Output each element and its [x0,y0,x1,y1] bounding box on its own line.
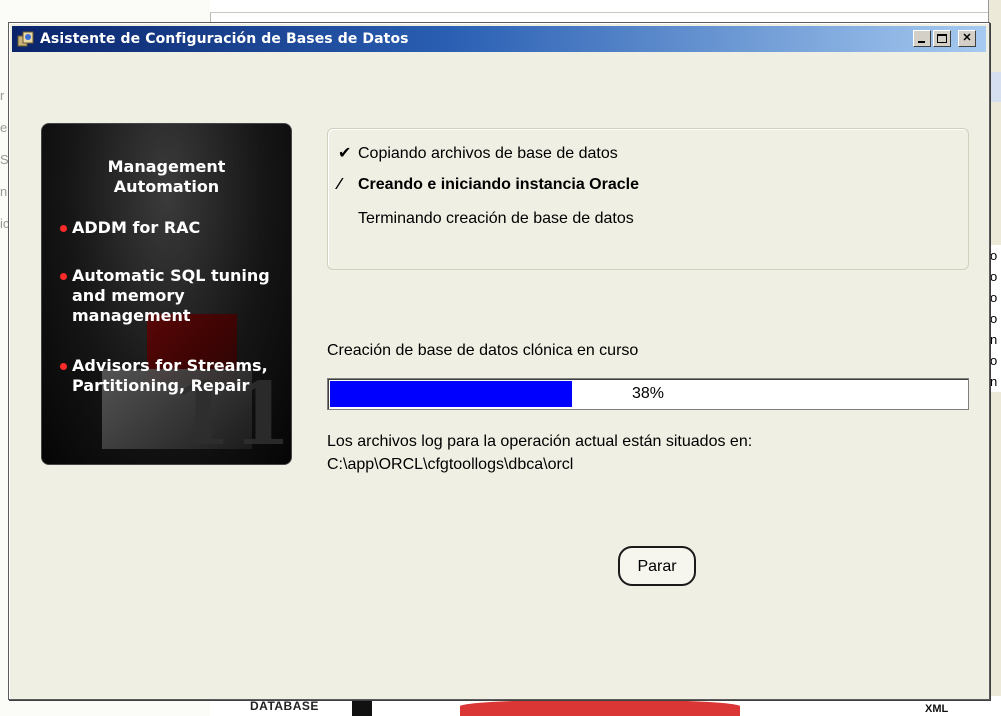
oracle-promo-panel: 11g Management Automation ADDM for RAC A… [41,123,292,465]
progress-bar: 38% [327,378,969,410]
progress-label: Creación de base de datos clónica en cur… [327,342,639,359]
promo-item-label: Automatic SQL tuning and memory manageme… [72,266,270,325]
background-right-list: o o o o n o n [990,245,1001,392]
background-right-band [990,72,1001,102]
step-label: Terminando creación de base de datos [358,210,634,227]
step-copy-files: ✔ Copiando archivos de base de datos [338,143,618,163]
background-xml-label: XML [925,703,949,715]
promo-item-label: Advisors for Streams, Partitioning, Repa… [72,356,268,395]
minimize-button[interactable] [913,30,931,47]
steps-panel: ✔ Copiando archivos de base de datos ⁄ Cre… [327,128,969,270]
step-label: Creando e iniciando instancia Oracle [358,176,639,193]
list-item: o [990,353,998,368]
window-title: Asistente de Configuración de Bases de D… [40,31,409,47]
close-button[interactable]: ✕ [958,30,976,47]
promo-item: Advisors for Streams, Partitioning, Repa… [60,356,282,396]
bullet-icon [60,273,67,280]
step-create-instance: ⁄ Creando e iniciando instancia Oracle [338,176,639,194]
list-item: n [990,374,998,389]
promo-item: ADDM for RAC [60,218,201,238]
in-progress-icon: ⁄ [338,176,341,193]
maximize-icon [937,34,947,43]
log-location-label: Los archivos log para la operación actua… [327,433,753,450]
background-graphic [352,700,372,716]
title-bar[interactable]: Asistente de Configuración de Bases de D… [12,26,986,52]
database-app-icon [17,30,35,48]
list-item: o [990,311,998,326]
bullet-icon [60,225,67,232]
background-graphic-red [460,700,740,716]
bullet-icon [60,363,67,370]
background-database-label: DATABASE [250,699,319,713]
step-finish-creation: Terminando creación de base de datos [358,210,634,228]
log-location-path: C:\app\ORCL\cfgtoollogs\dbca\orcl [327,456,574,473]
promo-item: Automatic SQL tuning and memory manageme… [60,266,282,326]
background-top-strip [210,0,1001,13]
list-item: o [990,248,998,263]
list-item: o [990,269,998,284]
progress-percent: 38% [631,385,665,402]
promo-heading: Management Automation [42,157,291,197]
promo-heading-line2: Automation [113,177,220,196]
list-item: o [990,290,998,305]
close-icon: ✕ [962,32,972,44]
promo-item-label: ADDM for RAC [72,218,201,237]
dbca-dialog: Asistente de Configuración de Bases de D… [8,22,990,700]
minimize-icon [918,41,925,43]
list-item: n [990,332,998,347]
promo-heading-line1: Management [107,157,226,176]
step-label: Copiando archivos de base de datos [358,145,618,162]
maximize-button[interactable] [933,30,951,47]
checkmark-icon: ✔ [338,145,352,162]
stop-button[interactable]: Parar [618,546,696,586]
